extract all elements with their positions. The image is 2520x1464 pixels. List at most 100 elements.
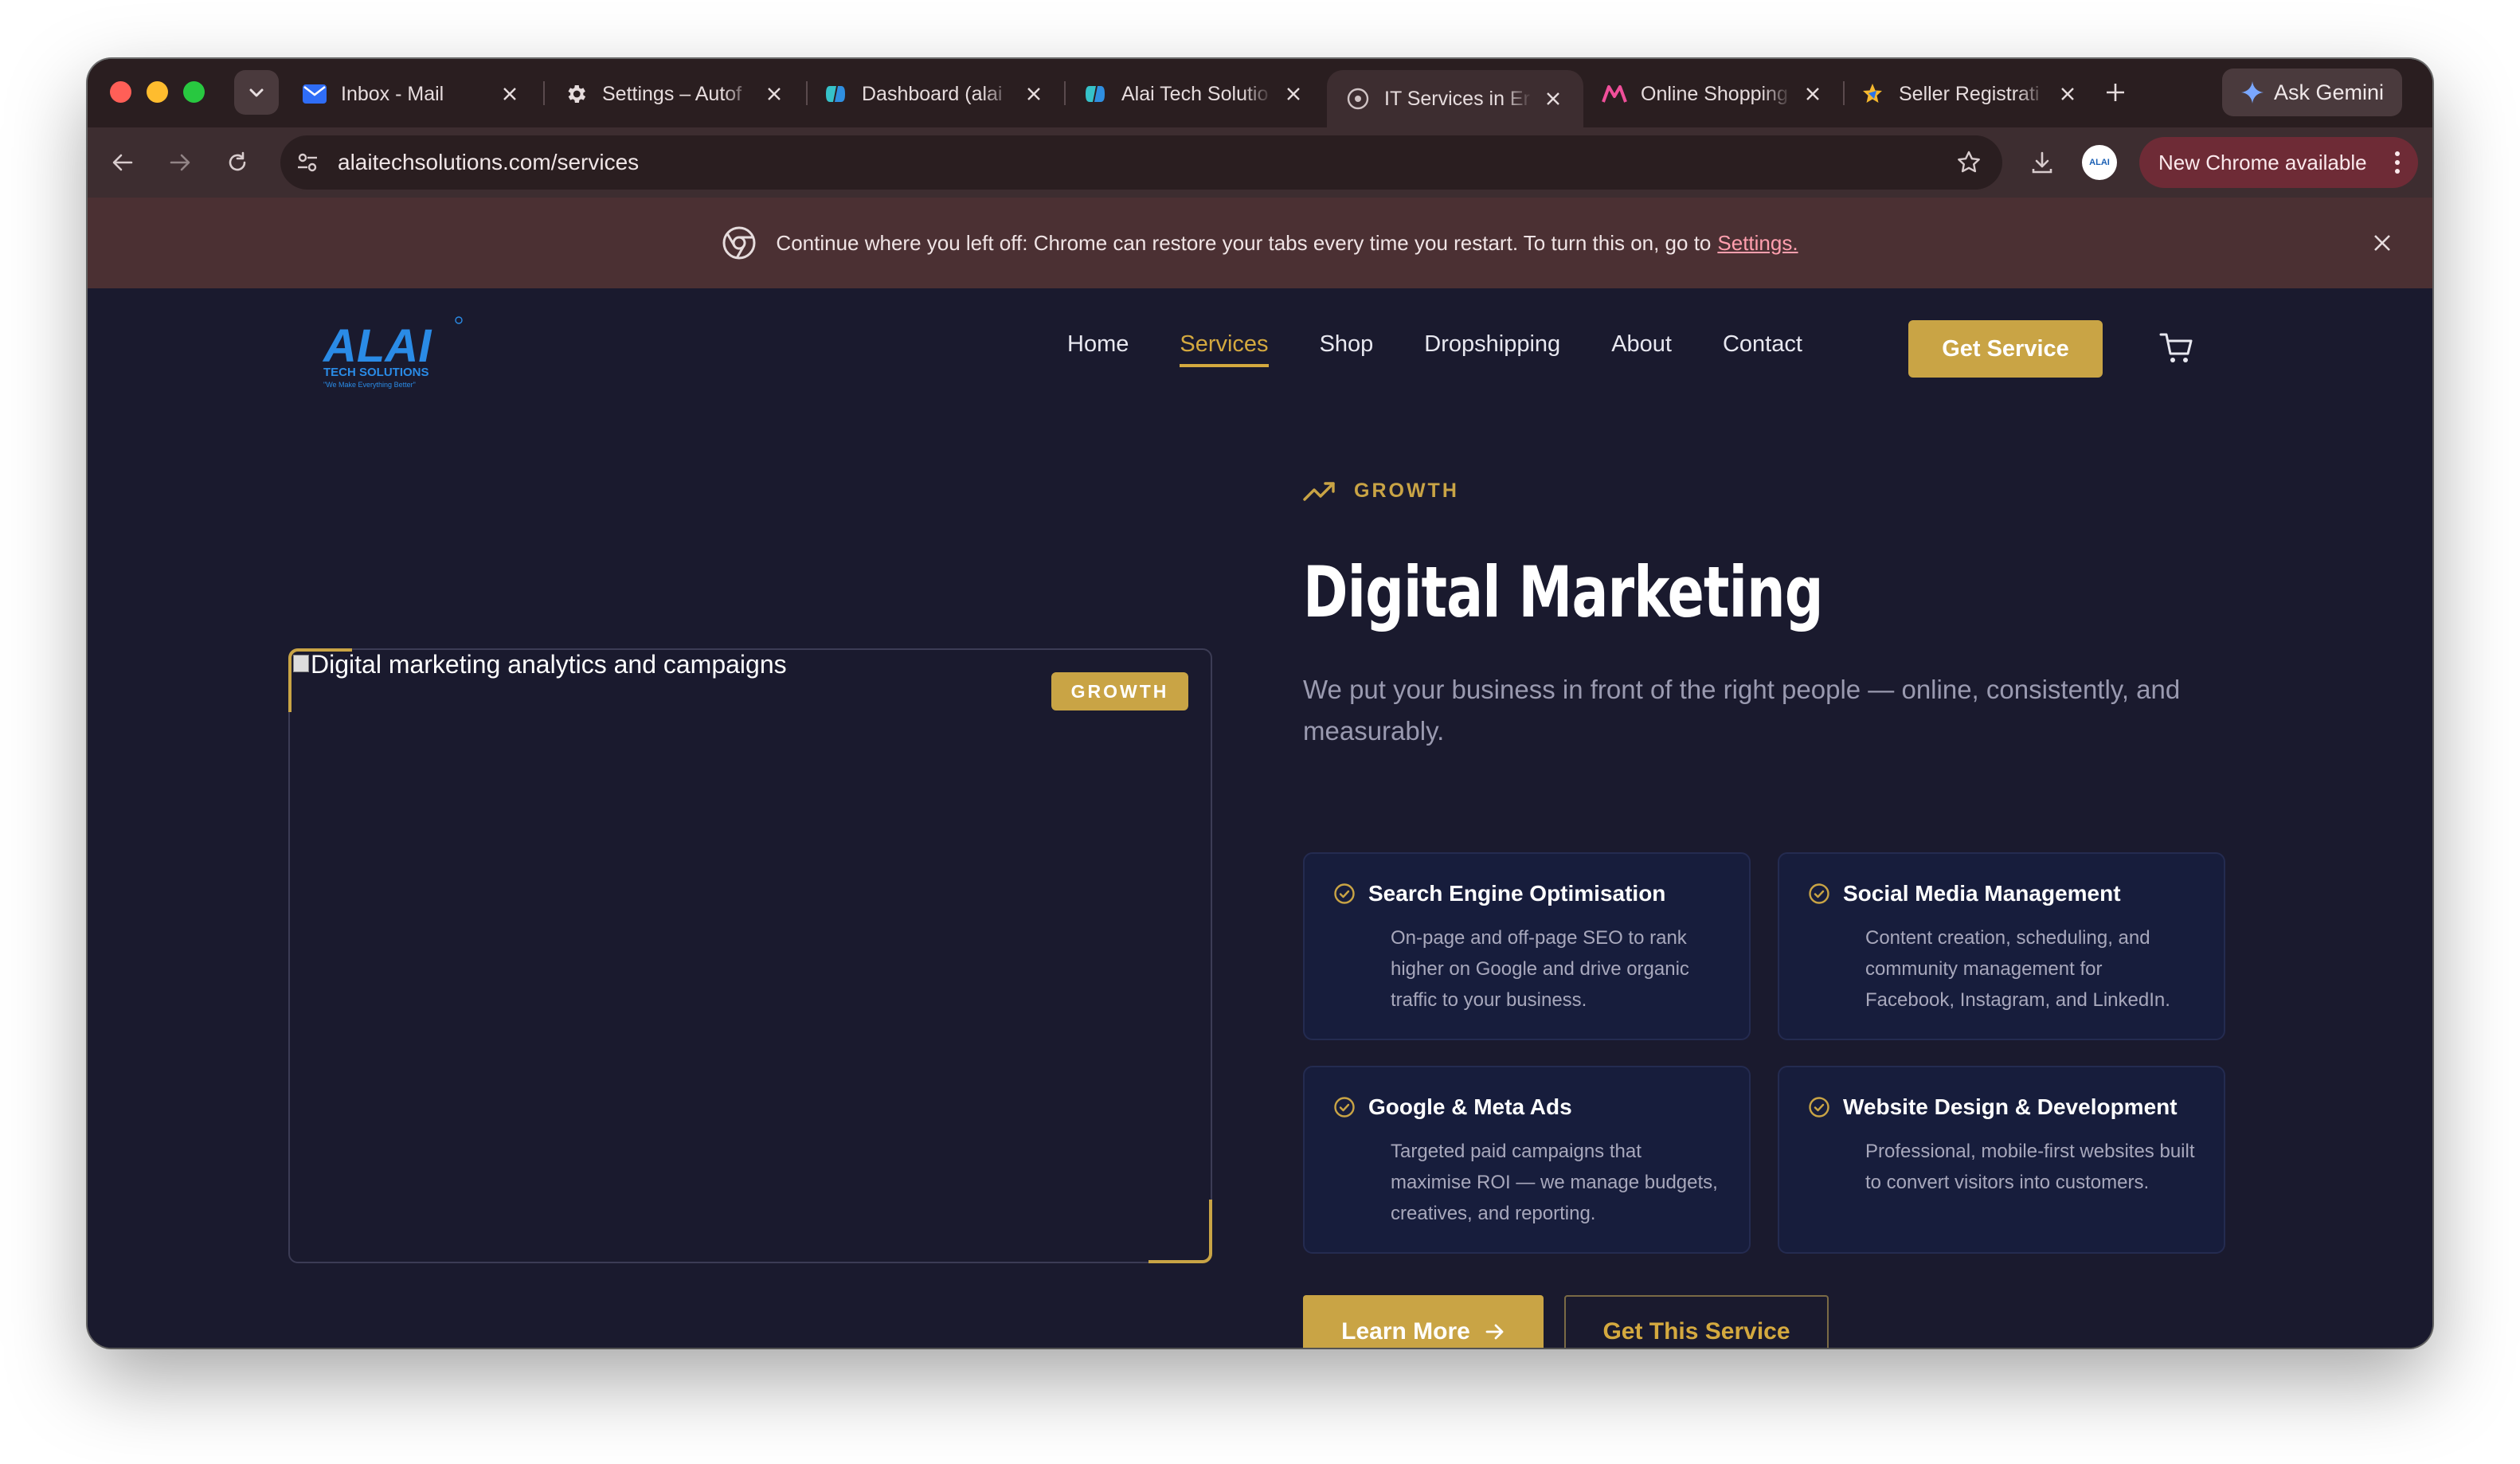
check-circle-icon (1334, 1097, 1355, 1118)
reload-icon (229, 151, 246, 171)
feature-description: Content creation, scheduling, and commun… (1865, 927, 2170, 1011)
feature-description: Targeted paid campaigns that maximise RO… (1391, 1141, 1718, 1224)
feature-card-web-design: Website Design & Development Professiona… (1778, 1066, 2225, 1254)
bookmark-star-icon[interactable] (1953, 147, 1985, 178)
meesho-icon (1601, 80, 1628, 108)
download-icon[interactable] (2018, 139, 2066, 186)
url-text[interactable]: alaitechsolutions.com/services (338, 150, 639, 175)
close-window-button[interactable] (110, 81, 131, 103)
arrow-right-icon (170, 154, 190, 171)
more-vertical-icon (2394, 151, 2401, 174)
new-chrome-available-button[interactable]: New Chrome available (2139, 137, 2418, 188)
browser-window: Inbox - Mail Settings – Autof Dashboard … (88, 59, 2432, 1348)
nav-shop[interactable]: Shop (1320, 320, 1374, 369)
nav-home[interactable]: Home (1067, 320, 1129, 369)
tab-seller-registration[interactable]: Seller Registrati (1841, 70, 2098, 118)
tab-strip: Inbox - Mail Settings – Autof Dashboard … (88, 59, 2432, 127)
alai-logo[interactable]: ALAI TECH SOLUTIONS "We Make Everything … (320, 312, 472, 392)
section-lead: We put your business in front of the rig… (1303, 675, 2181, 746)
website-content: ALAI TECH SOLUTIONS "We Make Everything … (88, 288, 2432, 1348)
logo-line1: TECH SOLUTIONS (323, 366, 429, 379)
close-tab-icon[interactable] (497, 81, 522, 107)
tab-title: Seller Registrati (1899, 82, 2040, 105)
tab-inbox-mail[interactable]: Inbox - Mail (284, 70, 540, 118)
back-button[interactable] (99, 139, 147, 186)
tab-it-services[interactable]: IT Services in Er (1327, 70, 1583, 127)
forward-button[interactable] (156, 139, 204, 186)
reload-button[interactable] (213, 139, 261, 186)
site-settings-icon[interactable] (292, 147, 323, 178)
close-tab-icon[interactable] (1281, 81, 1306, 107)
close-tab-icon[interactable] (1540, 86, 1566, 112)
feature-title: Search Engine Optimisation (1368, 881, 1666, 906)
learn-more-label: Learn More (1341, 1318, 1470, 1345)
feature-title: Website Design & Development (1843, 1094, 2178, 1119)
tab-search-button[interactable] (234, 70, 279, 115)
arrow-right-icon (1485, 1324, 1504, 1340)
feature-description: Professional, mobile-first websites buil… (1865, 1141, 2195, 1193)
corner-accent (1148, 1200, 1212, 1263)
close-tab-icon[interactable] (761, 81, 787, 107)
nav-dropshipping[interactable]: Dropshipping (1424, 320, 1560, 369)
hero-image-alt-text: Digital marketing analytics and campaign… (311, 650, 787, 679)
tab-title: IT Services in Er (1384, 87, 1530, 110)
ask-gemini-label: Ask Gemini (2273, 80, 2385, 104)
tab-title: Online Shopping (1641, 82, 1788, 105)
get-this-service-button[interactable]: Get This Service (1564, 1295, 1829, 1348)
flipkart-icon (1859, 80, 1886, 108)
infobar-message: Continue where you left off: Chrome can … (776, 230, 1712, 255)
feature-description: On-page and off-page SEO to rank higher … (1391, 927, 1689, 1011)
gemini-sparkle-icon (2240, 81, 2264, 104)
feature-title: Social Media Management (1843, 881, 2121, 906)
address-bar[interactable]: alaitechsolutions.com/services (280, 135, 2002, 190)
get-service-button[interactable]: Get Service (1908, 320, 2103, 378)
main-nav: Home Services Shop Dropshipping About Co… (1067, 320, 1853, 369)
image-growth-badge: GROWTH (1051, 672, 1188, 710)
gear-icon (562, 80, 589, 108)
tab-alai-tech[interactable]: Alai Tech Solutio (1064, 70, 1324, 118)
close-tab-icon[interactable] (1800, 81, 1825, 107)
feature-title: Google & Meta Ads (1368, 1094, 1572, 1119)
feature-card-social: Social Media Management Content creation… (1778, 852, 2225, 1040)
ask-gemini-button[interactable]: Ask Gemini (2222, 69, 2402, 116)
section-eyebrow: GROWTH (1303, 480, 1459, 503)
tab-title: Dashboard (alai (862, 82, 1003, 105)
infobar-close-icon[interactable] (2367, 228, 2397, 258)
tab-online-shopping[interactable]: Online Shopping (1583, 70, 1843, 118)
tab-title: Inbox - Mail (341, 82, 444, 105)
close-tab-icon[interactable] (2055, 81, 2080, 107)
mail-icon (301, 80, 328, 108)
profile-label: ALAI (2089, 158, 2110, 167)
check-circle-icon (1809, 1097, 1829, 1118)
logo-wordmark: ALAI (322, 320, 432, 372)
learn-more-button[interactable]: Learn More (1303, 1295, 1544, 1348)
nav-about[interactable]: About (1611, 320, 1672, 369)
trending-up-icon (1303, 481, 1335, 501)
copilot-icon (1082, 80, 1109, 108)
profile-avatar[interactable]: ALAI (2082, 145, 2117, 180)
nav-services[interactable]: Services (1180, 320, 1269, 369)
feature-card-seo: Search Engine Optimisation On-page and o… (1303, 852, 1751, 1040)
check-circle-icon (1334, 883, 1355, 904)
chevron-down-icon (249, 88, 264, 97)
corner-accent (288, 648, 352, 712)
copilot-icon (822, 80, 849, 108)
maximize-window-button[interactable] (183, 81, 205, 103)
restore-tabs-infobar: Continue where you left off: Chrome can … (88, 198, 2432, 288)
check-circle-icon (1809, 883, 1829, 904)
tab-title: Settings – Autof (602, 82, 742, 105)
chrome-logo-icon (722, 226, 756, 260)
minimize-window-button[interactable] (147, 81, 168, 103)
update-label: New Chrome available (2158, 150, 2367, 174)
arrow-left-icon (112, 154, 133, 171)
close-tab-icon[interactable] (1021, 81, 1047, 107)
new-tab-button[interactable] (2093, 70, 2138, 115)
nav-contact[interactable]: Contact (1723, 320, 1802, 369)
cart-icon[interactable] (2158, 330, 2195, 366)
tab-dashboard[interactable]: Dashboard (alai (804, 70, 1064, 118)
tab-settings[interactable]: Settings – Autof (545, 70, 804, 118)
infobar-settings-link[interactable]: Settings. (1717, 231, 1798, 256)
page-title: Digital Marketing (1303, 551, 1823, 633)
plus-icon (2107, 84, 2124, 101)
tab-title: Alai Tech Solutio (1121, 82, 1269, 105)
